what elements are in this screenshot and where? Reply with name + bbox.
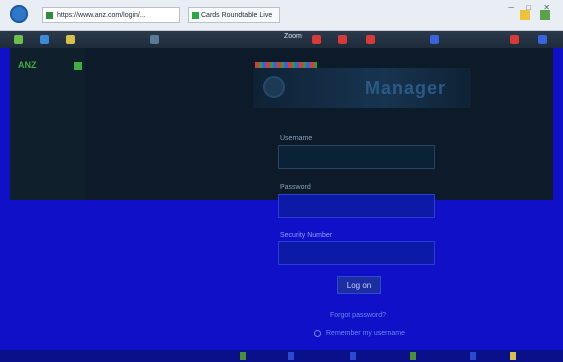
sidebar: ANZ — [10, 48, 85, 200]
username-label: Username — [280, 135, 313, 142]
window-controls[interactable]: ─ □ ✕ — [508, 3, 555, 12]
app-task-icon[interactable] — [240, 352, 246, 360]
brand-name: ANZ — [18, 60, 37, 70]
forgot-password-link[interactable]: Forgot password? — [330, 312, 386, 319]
app-task-icon[interactable] — [410, 352, 416, 360]
end-call-icon[interactable] — [510, 35, 519, 44]
record-icon[interactable] — [312, 35, 321, 44]
favicon-icon — [192, 12, 199, 19]
share-icon[interactable] — [14, 35, 23, 44]
stop-icon[interactable] — [338, 35, 347, 44]
security-number-label: Security Number — [280, 232, 333, 239]
app-header: Manager — [253, 68, 471, 108]
app-task-icon[interactable] — [288, 352, 294, 360]
address-text: https://www.anz.com/login/... — [57, 12, 146, 19]
main-panel: Manager — [85, 48, 553, 200]
app-toolbar: Zoom — [0, 31, 563, 48]
taskbar — [0, 350, 563, 362]
username-field[interactable] — [278, 145, 435, 169]
toolbar-title: Zoom — [284, 33, 302, 40]
browser-chrome: https://www.anz.com/login/... Cards Roun… — [0, 0, 563, 31]
security-number-field[interactable] — [278, 241, 435, 265]
chat-icon[interactable] — [66, 35, 75, 44]
app-task-icon[interactable] — [470, 352, 476, 360]
log-on-button[interactable]: Log on — [337, 276, 381, 294]
settings-icon[interactable] — [430, 35, 439, 44]
more-icon[interactable] — [538, 35, 547, 44]
remember-label: Remember my username — [326, 330, 405, 337]
tab-title: Cards Roundtable Live — [201, 12, 273, 19]
app-logo-icon — [265, 78, 283, 96]
remember-checkbox[interactable] — [314, 330, 321, 337]
app-name: Manager — [365, 78, 447, 98]
address-bar[interactable]: https://www.anz.com/login/... — [42, 7, 180, 23]
back-icon[interactable] — [10, 5, 28, 23]
video-icon[interactable] — [40, 35, 49, 44]
password-field[interactable] — [278, 194, 435, 218]
participants-icon[interactable] — [150, 35, 159, 44]
lock-icon — [46, 12, 53, 19]
password-label: Password — [280, 184, 311, 191]
browser-tab[interactable]: Cards Roundtable Live — [188, 7, 280, 23]
brand-logo-icon — [74, 62, 82, 70]
mute-icon[interactable] — [366, 35, 375, 44]
app-task-icon[interactable] — [510, 352, 516, 360]
app-task-icon[interactable] — [350, 352, 356, 360]
